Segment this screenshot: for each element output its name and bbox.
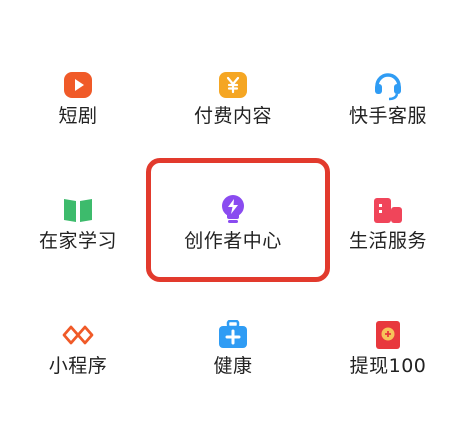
grid-item-label: 创作者中心 (184, 230, 282, 252)
service-grid-page: 短剧 付费内容 快手客服 在家学习 创作者中心 生活服务 小程序 健康 提现10… (0, 0, 466, 446)
red-envelope-icon (371, 318, 405, 352)
yuan-icon (216, 68, 250, 102)
mini-program-icon (61, 318, 95, 352)
grid-item-life-services[interactable]: 生活服务 (310, 177, 466, 295)
grid-item-label: 短剧 (58, 105, 98, 127)
play-icon (61, 68, 95, 102)
grid-item-label: 健康 (213, 355, 253, 377)
grid-item-label: 在家学习 (38, 230, 117, 252)
grid-item-home-learning[interactable]: 在家学习 (0, 177, 156, 295)
grid-item-paid-content[interactable]: 付费内容 (155, 52, 311, 170)
grid-item-duanju[interactable]: 短剧 (0, 52, 156, 170)
building-icon (371, 193, 405, 227)
book-icon (61, 193, 95, 227)
medical-kit-icon (216, 318, 250, 352)
grid-item-customer-service[interactable]: 快手客服 (310, 52, 466, 170)
lightbulb-icon (216, 193, 250, 227)
grid-item-creator-center[interactable]: 创作者中心 (155, 177, 311, 295)
grid-item-label: 付费内容 (193, 105, 272, 127)
grid-item-label: 提现100 (349, 355, 427, 377)
grid-item-label: 快手客服 (348, 105, 427, 127)
grid-item-label: 生活服务 (348, 230, 427, 252)
grid-item-mini-program[interactable]: 小程序 (0, 302, 156, 420)
headset-icon (371, 68, 405, 102)
grid-item-withdraw[interactable]: 提现100 (310, 302, 466, 420)
grid-item-health[interactable]: 健康 (155, 302, 311, 420)
grid-item-label: 小程序 (48, 355, 108, 377)
